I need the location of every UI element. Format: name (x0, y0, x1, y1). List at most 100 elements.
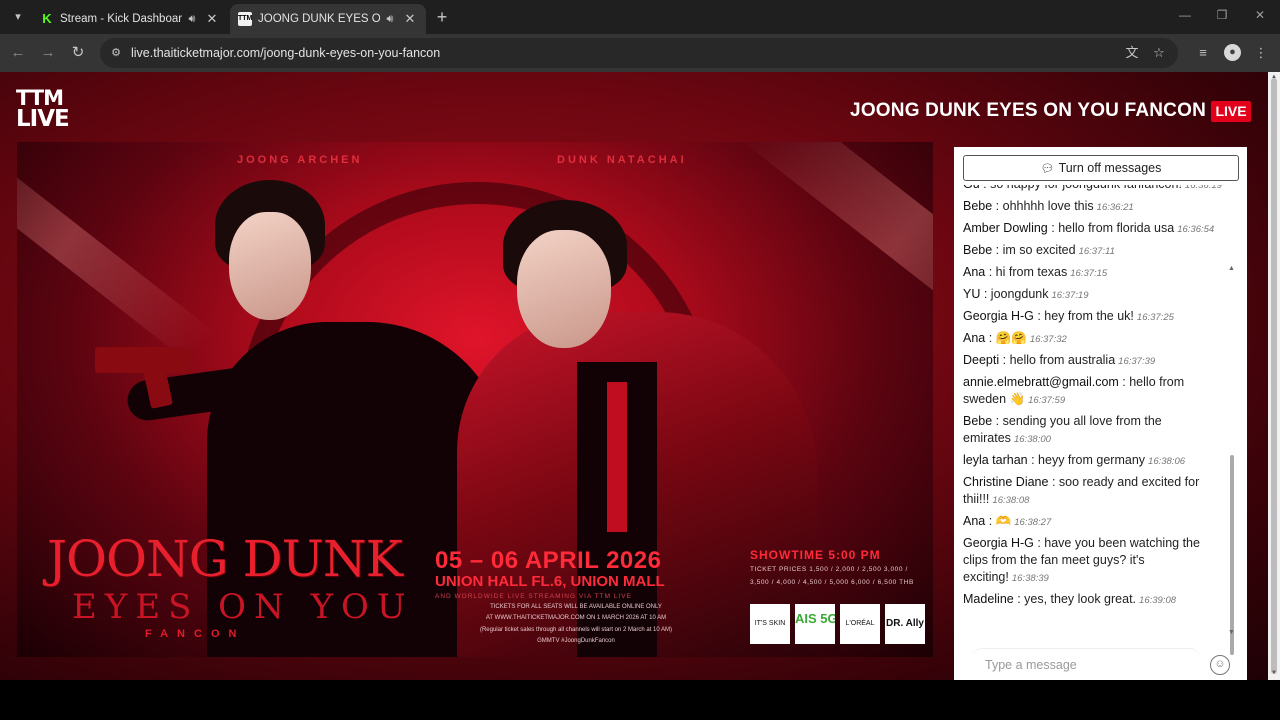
reload-icon[interactable]: ↻ (68, 43, 88, 63)
chat-message: Christine Diane : soo ready and excited … (963, 474, 1225, 509)
close-tab-icon[interactable]: ✕ (402, 11, 418, 27)
ttm-live-logo[interactable]: TTM LIVE (16, 88, 72, 132)
poster-fancon: FANCON (145, 628, 246, 640)
chat-scrollbar[interactable]: ▲ ▼ (1228, 185, 1236, 655)
chat-message: Bebe : ohhhhh love this 16:36:21 (963, 198, 1225, 216)
chat-timestamp: 16:37:59 (1028, 395, 1066, 406)
back-arrow-icon[interactable]: ← (8, 43, 28, 63)
figure-right-tie (607, 382, 627, 532)
reading-list-icon[interactable]: ≡ (1193, 43, 1213, 63)
chat-text: hello from australia (1009, 353, 1116, 367)
chat-message-list[interactable]: Gu : so happy for joongdunk fanfancon!16… (963, 185, 1225, 633)
pistol (95, 347, 190, 373)
chat-username: Ana (963, 331, 986, 345)
scroll-down-icon[interactable]: ▼ (1228, 629, 1235, 636)
profile-avatar-icon[interactable]: ● (1224, 44, 1241, 61)
chat-timestamp: 16:37:25 (1136, 312, 1174, 323)
window-close-icon[interactable]: ✕ (1245, 8, 1275, 26)
poster-venue: UNION HALL FL.6, UNION MALL (435, 573, 665, 590)
chat-username: Bebe (963, 199, 993, 213)
tab-joong-dunk[interactable]: TTM JOONG DUNK EYES ON YO 🔊︎ ✕ (230, 4, 426, 34)
browser-toolbar: ← → ↻ ⚙ live.thaiticketmajor.com/joong-d… (0, 34, 1280, 72)
chat-username: annie.elmebratt@gmail.com (963, 375, 1119, 389)
chat-text: yes, they look great. (1024, 592, 1137, 606)
chat-username: leyla tarhan (963, 453, 1028, 467)
chat-separator: : (992, 414, 1003, 428)
bottom-bar (0, 680, 1280, 720)
chat-text: ohhhhh love this (1002, 199, 1094, 213)
chat-separator: : (999, 353, 1010, 367)
chat-timestamp: 16:38:08 (992, 495, 1030, 506)
tab-search-icon[interactable]: ▾ (8, 7, 28, 27)
sponsor-its-skin-logo: IT'S SKIN (750, 604, 790, 644)
speaker-icon[interactable]: 🔊︎ (184, 13, 200, 26)
chat-separator: : (985, 265, 996, 279)
chat-username: Gu (963, 185, 980, 191)
chat-separator: : (985, 331, 996, 345)
chat-username: Deepti (963, 353, 1000, 367)
sponsor-loreal-logo: L'ORÉAL (840, 604, 880, 644)
new-tab-plus-icon[interactable]: + (433, 7, 451, 27)
tab-title: JOONG DUNK EYES ON YO (258, 13, 380, 25)
figure-left-face (229, 212, 311, 320)
poster-name-right: DUNK NATACHAI (557, 154, 687, 166)
close-tab-icon[interactable]: ✕ (204, 11, 220, 27)
more-menu-icon[interactable]: ⋮ (1251, 43, 1271, 63)
chat-bubble-icon: 💬︎ (1040, 163, 1055, 175)
chat-timestamp: 16:38:06 (1148, 456, 1186, 467)
poster-tickets-line1: TICKETS FOR ALL SEATS WILL BE AVAILABLE … (490, 604, 662, 610)
toggle-label: Turn off messages (1058, 161, 1162, 175)
chat-scroll-thumb[interactable] (1230, 455, 1234, 655)
page-scroll-thumb[interactable] (1271, 78, 1277, 674)
ttm-favicon-icon: TTM (238, 12, 252, 26)
chat-message: annie.elmebratt@gmail.com : hello from s… (963, 374, 1225, 409)
maximize-icon[interactable]: ❐ (1207, 8, 1237, 26)
chat-text: 🫶 (995, 514, 1012, 528)
translate-icon[interactable]: 文 (1124, 45, 1140, 61)
bookmark-star-icon[interactable]: ☆ (1151, 45, 1167, 61)
chat-timestamp: 16:38:39 (1011, 573, 1049, 584)
poster-streaming: AND WORLDWIDE LIVE STREAMING VIA TTM LIV… (435, 593, 632, 600)
chat-text: hey from the uk! (1044, 309, 1134, 323)
poster-prices: TICKET PRICES 1,500 / 2,000 / 2,500 3,00… (750, 566, 914, 586)
chat-username: Madeline (963, 592, 1014, 606)
chat-timestamp: 16:38:00 (1013, 434, 1051, 445)
kick-favicon-icon: K (40, 12, 54, 26)
chat-username: YU (963, 287, 981, 301)
poster-showtime: SHOWTIME 5:00 PM (750, 548, 881, 562)
event-page: TTM LIVE JOONG DUNK EYES ON YOU FANCON L… (0, 72, 1268, 680)
chat-timestamp: 16:38:27 (1014, 517, 1052, 528)
tab-kick-dashboard[interactable]: K Stream - Kick Dashboard 🔊︎ ✕ (32, 4, 228, 34)
chat-message: Ana : 🫶 16:38:27 (963, 513, 1225, 531)
chat-text: 🤗🤗 (995, 331, 1027, 345)
chat-separator: : (1033, 536, 1045, 550)
url-text[interactable]: live.thaiticketmajor.com/joong-dunk-eyes… (131, 46, 440, 60)
chat-text: im so excited (1002, 243, 1076, 257)
page-scrollbar[interactable]: ▲ ▼ (1268, 72, 1280, 680)
emoji-smiley-icon[interactable]: ☺ (1210, 655, 1230, 675)
chat-message: leyla tarhan : heyy from germany 16:38:06 (963, 452, 1225, 470)
poster-social: GMMTV #JoongDunkFancon (537, 638, 615, 644)
logo-ttm-text: TTM (16, 86, 64, 110)
poster-tickets-line2: AT WWW.THAITICKETMAJOR.COM ON 1 MARCH 20… (485, 615, 667, 621)
light-beam (738, 142, 933, 373)
page-scroll-down-icon[interactable]: ▼ (1270, 670, 1278, 676)
address-bar[interactable]: ⚙ live.thaiticketmajor.com/joong-dunk-ey… (100, 38, 1178, 68)
turn-off-messages-button[interactable]: 💬︎ Turn off messages (963, 155, 1239, 181)
scroll-up-icon[interactable]: ▲ (1228, 265, 1235, 272)
forward-arrow-icon[interactable]: → (38, 43, 58, 63)
chat-separator: : (1013, 592, 1025, 606)
tab-title: Stream - Kick Dashboard (60, 13, 182, 25)
chat-message: Bebe : im so excited 16:37:11 (963, 242, 1225, 260)
speaker-icon[interactable]: 🔊︎ (382, 13, 398, 26)
minimize-icon[interactable]: — (1170, 8, 1200, 26)
poster-title: JOONG DUNK (47, 530, 403, 588)
chat-timestamp: 16:36:21 (1096, 202, 1134, 213)
site-info-icon[interactable]: ⚙ (108, 45, 124, 61)
chat-timestamp: 16:39:08 (1139, 595, 1177, 606)
tab-strip: ▾ K Stream - Kick Dashboard 🔊︎ ✕ TTM JOO… (0, 0, 1280, 34)
stream-video[interactable]: JOONG ARCHEN DUNK NATACHAI JOONG DUNK EY… (17, 142, 933, 657)
sponsor-dr-ally-logo: DR. Ally (885, 604, 925, 644)
message-input[interactable]: Type a message (972, 648, 1200, 678)
sponsor-ais-logo: AIS 5G (795, 604, 835, 644)
